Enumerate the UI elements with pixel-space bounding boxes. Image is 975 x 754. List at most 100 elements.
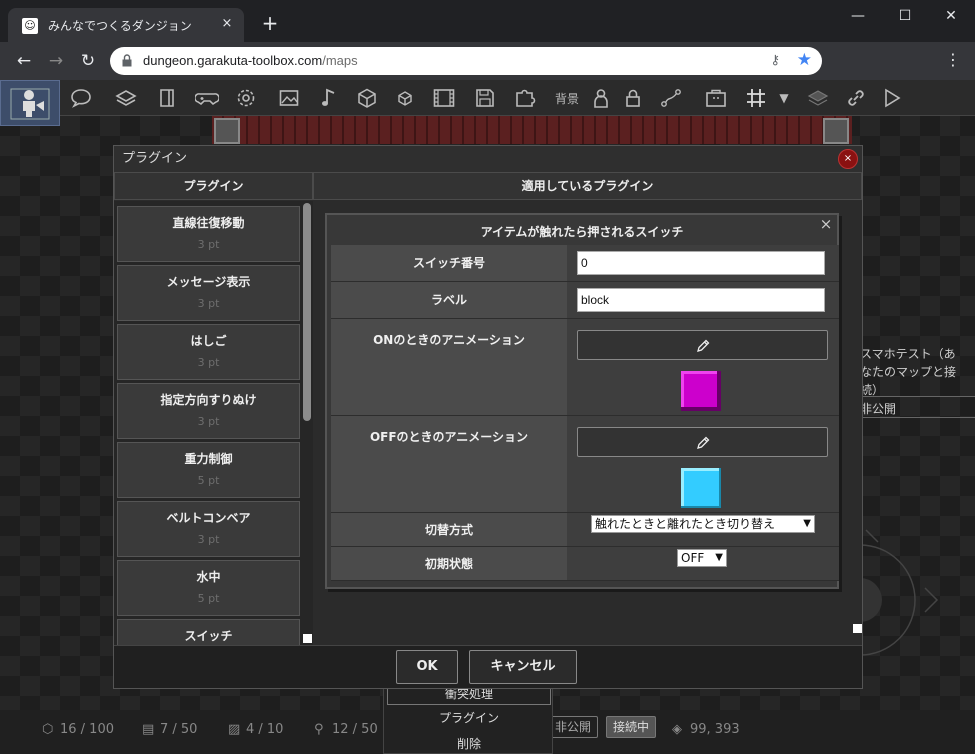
- label-input[interactable]: block: [577, 288, 825, 312]
- brick-row: [212, 116, 852, 144]
- menu-item-plugin[interactable]: プラグイン: [384, 706, 554, 730]
- url-text: dungeon.garakuta-toolbox.com/maps: [143, 53, 358, 68]
- frame-count: ▤ 7 / 50: [142, 722, 198, 737]
- off-animation-label: OFFのときのアニメーション: [331, 416, 567, 512]
- switch-number-label: スイッチ番号: [331, 245, 567, 281]
- bag-icon[interactable]: [700, 83, 730, 113]
- cube-count: ⬡ 16 / 100: [42, 722, 114, 737]
- back-icon[interactable]: ←: [12, 50, 36, 72]
- plugin-item[interactable]: メッセージ表示 3 pt: [117, 265, 300, 321]
- minimize-icon[interactable]: —: [835, 2, 881, 30]
- browser-toolbar: ← → ↻ dungeon.garakuta-toolbox.com/maps …: [0, 42, 975, 80]
- cube-icon: ⬡: [42, 722, 54, 737]
- padlock-icon[interactable]: [618, 83, 648, 113]
- path-icon[interactable]: [655, 83, 685, 113]
- plugin-item[interactable]: スイッチ: [117, 619, 300, 645]
- background-tool[interactable]: 背景: [550, 83, 584, 113]
- cancel-button[interactable]: キャンセル: [469, 650, 577, 684]
- map-name-line: なたのマップと接: [860, 365, 957, 379]
- applied-plugin-title: アイテムが触れたら押されるスイッチ: [480, 225, 684, 239]
- plugin-dialog: プラグイン × プラグイン 適用しているプラグイン 直線往復移動 3 pt メッ…: [113, 145, 863, 689]
- key-icon[interactable]: ⚷: [770, 53, 780, 68]
- plugin-list-header: プラグイン: [114, 172, 313, 200]
- on-animation-label: ONのときのアニメーション: [331, 319, 567, 415]
- private-badge[interactable]: 非公開: [548, 716, 599, 738]
- grid-dropdown-icon[interactable]: ▼: [774, 83, 794, 113]
- puzzle-icon[interactable]: [510, 83, 540, 113]
- browser-tab[interactable]: ☺ みんなでつくるダンジョン ×: [8, 8, 244, 42]
- form-row-switch-number: スイッチ番号 0: [331, 245, 839, 282]
- play-icon[interactable]: [877, 83, 907, 113]
- initial-state-label: 初期状態: [331, 547, 567, 580]
- plugin-item[interactable]: はしご 3 pt: [117, 324, 300, 380]
- person-icon[interactable]: [586, 83, 616, 113]
- link-icon[interactable]: [841, 83, 871, 113]
- tab-title: みんなでつくるダンジョン: [48, 19, 192, 33]
- form-row-initial-state: 初期状態 OFF ▼: [331, 547, 839, 581]
- dialog-title: プラグイン: [114, 146, 862, 172]
- form-row-off-animation: OFFのときのアニメーション: [331, 416, 839, 513]
- edit-on-animation-button[interactable]: [577, 330, 828, 360]
- plugin-item[interactable]: 指定方向すりぬけ 3 pt: [117, 383, 300, 439]
- plugin-list-scrollbar-thumb[interactable]: [303, 203, 311, 421]
- connected-badge[interactable]: 接続中: [606, 716, 657, 738]
- player-tool-button[interactable]: [0, 80, 60, 126]
- gear-icon[interactable]: [231, 83, 261, 113]
- switch-mode-label: 切替方式: [331, 513, 567, 546]
- cube-icon[interactable]: [352, 83, 382, 113]
- small-cube-icon[interactable]: [390, 83, 420, 113]
- layers-icon[interactable]: [802, 83, 832, 113]
- applied-plugins-header: 適用しているプラグイン: [313, 172, 862, 200]
- switch-number-input[interactable]: 0: [577, 251, 825, 275]
- resize-handle[interactable]: [303, 634, 312, 643]
- plugin-item[interactable]: 水中 5 pt: [117, 560, 300, 616]
- map-name-line: スマホテスト（あ: [860, 347, 956, 361]
- favicon-icon: ☺: [22, 18, 38, 34]
- tab-close-icon[interactable]: ×: [218, 15, 236, 33]
- gamepad-icon[interactable]: [191, 83, 221, 113]
- map-visibility: 非公開: [860, 402, 897, 416]
- address-bar[interactable]: dungeon.garakuta-toolbox.com/maps ⚷ ★: [110, 47, 822, 75]
- form-row-label: ラベル block: [331, 282, 839, 319]
- image-icon: ▨: [228, 722, 241, 737]
- player-icon: [10, 88, 50, 120]
- window-close-icon[interactable]: ✕: [928, 2, 974, 30]
- resize-handle[interactable]: [853, 624, 862, 633]
- link-count: ⚲ 12 / 50: [314, 722, 378, 737]
- speech-bubble-icon[interactable]: [66, 83, 96, 113]
- browser-tabstrip: ☺ みんなでつくるダンジョン × + — ☐ ✕: [0, 0, 975, 42]
- plugin-item[interactable]: 重力制御 5 pt: [117, 442, 300, 498]
- on-animation-preview[interactable]: [681, 371, 721, 411]
- film-icon: ▤: [142, 722, 155, 737]
- maximize-icon[interactable]: ☐: [882, 2, 928, 30]
- plugin-item[interactable]: ベルトコンベア 3 pt: [117, 501, 300, 557]
- bookmark-star-icon[interactable]: ★: [797, 50, 812, 70]
- compass-icon: ◈: [672, 722, 682, 737]
- initial-state-select[interactable]: OFF ▼: [677, 549, 727, 567]
- save-disk-icon[interactable]: [470, 83, 500, 113]
- image-count: ▨ 4 / 10: [228, 722, 284, 737]
- forward-icon[interactable]: →: [44, 50, 68, 72]
- menu-item-delete[interactable]: 削除: [384, 732, 554, 754]
- music-note-icon[interactable]: [314, 83, 344, 113]
- grid-icon[interactable]: [741, 83, 771, 113]
- layers-stack-icon[interactable]: [110, 83, 140, 113]
- plugin-item[interactable]: 直線往復移動 3 pt: [117, 206, 300, 262]
- film-icon[interactable]: [428, 83, 458, 113]
- ok-button[interactable]: OK: [396, 650, 458, 684]
- edit-off-animation-button[interactable]: [577, 427, 828, 457]
- pencil-icon: [697, 436, 710, 449]
- off-animation-preview[interactable]: [681, 468, 721, 508]
- form-row-on-animation: ONのときのアニメーション: [331, 319, 839, 416]
- screen: ☺ みんなでつくるダンジョン × + — ☐ ✕ ← → ↻ dungeon.g…: [0, 0, 975, 754]
- door-icon[interactable]: [152, 83, 182, 113]
- image-icon[interactable]: [274, 83, 304, 113]
- new-tab-button[interactable]: +: [258, 12, 282, 36]
- dropdown-arrow-icon: ▼: [803, 518, 811, 529]
- link-icon: ⚲: [314, 722, 324, 737]
- dialog-close-icon[interactable]: ×: [838, 149, 858, 169]
- reload-icon[interactable]: ↻: [76, 50, 100, 72]
- coordinates: ◈ 99, 393: [672, 722, 740, 737]
- switch-mode-select[interactable]: 触れたときと離れたとき切り替え ▼: [591, 515, 815, 533]
- browser-menu-icon[interactable]: ⋮: [945, 50, 961, 69]
